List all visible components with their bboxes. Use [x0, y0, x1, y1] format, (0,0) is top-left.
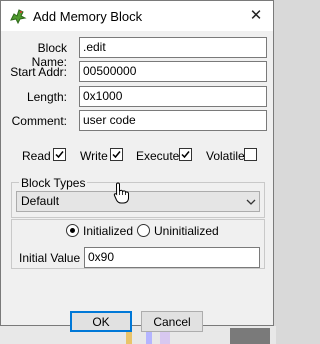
- uninitialized-label: Uninitialized: [154, 224, 219, 238]
- length-field[interactable]: 0x1000: [79, 86, 267, 107]
- radio-dot-icon: [70, 228, 75, 233]
- title-bar[interactable]: Add Memory Block ✕: [1, 1, 273, 31]
- execute-label: Execute: [136, 149, 180, 163]
- start-addr-field[interactable]: 00500000: [79, 61, 267, 82]
- chevron-down-icon: [246, 196, 256, 211]
- read-checkbox[interactable]: [53, 148, 66, 161]
- checkmark-icon: [112, 151, 121, 159]
- uninitialized-radio[interactable]: [137, 224, 150, 237]
- length-label: Length:: [26, 90, 67, 104]
- initialized-radio[interactable]: [66, 224, 79, 237]
- volatile-label: Volatile: [206, 149, 245, 163]
- dialog-footer: OK Cancel: [1, 299, 273, 332]
- block-name-field[interactable]: .edit: [79, 37, 267, 58]
- block-types-group-title: Block Types: [19, 176, 88, 190]
- initial-value-field[interactable]: 0x90: [84, 247, 260, 268]
- initialized-label: Initialized: [83, 224, 134, 238]
- execute-checkbox[interactable]: [179, 148, 192, 161]
- checkmark-icon: [181, 151, 190, 159]
- window-title: Add Memory Block: [33, 9, 143, 24]
- write-checkbox[interactable]: [110, 148, 123, 161]
- ok-button[interactable]: OK: [70, 311, 132, 332]
- cancel-button[interactable]: Cancel: [141, 311, 203, 332]
- write-label: Write: [80, 149, 108, 163]
- close-icon[interactable]: ✕: [239, 1, 273, 31]
- initial-value-label: Initial Value: [19, 251, 81, 265]
- read-label: Read: [22, 149, 51, 163]
- comment-label: Comment:: [11, 114, 67, 128]
- checkmark-icon: [55, 151, 64, 159]
- comment-field[interactable]: user code: [79, 110, 267, 131]
- block-type-select[interactable]: Default: [16, 191, 260, 212]
- block-type-selected-value: Default: [21, 194, 60, 208]
- hand-pointer-icon: [113, 182, 131, 207]
- add-memory-block-dialog: Add Memory Block ✕ Block Name: .edit Sta…: [0, 0, 274, 332]
- volatile-checkbox[interactable]: [244, 148, 257, 161]
- start-addr-label: Start Addr:: [10, 65, 67, 79]
- dragon-icon: [9, 7, 27, 25]
- background-block: [230, 328, 270, 344]
